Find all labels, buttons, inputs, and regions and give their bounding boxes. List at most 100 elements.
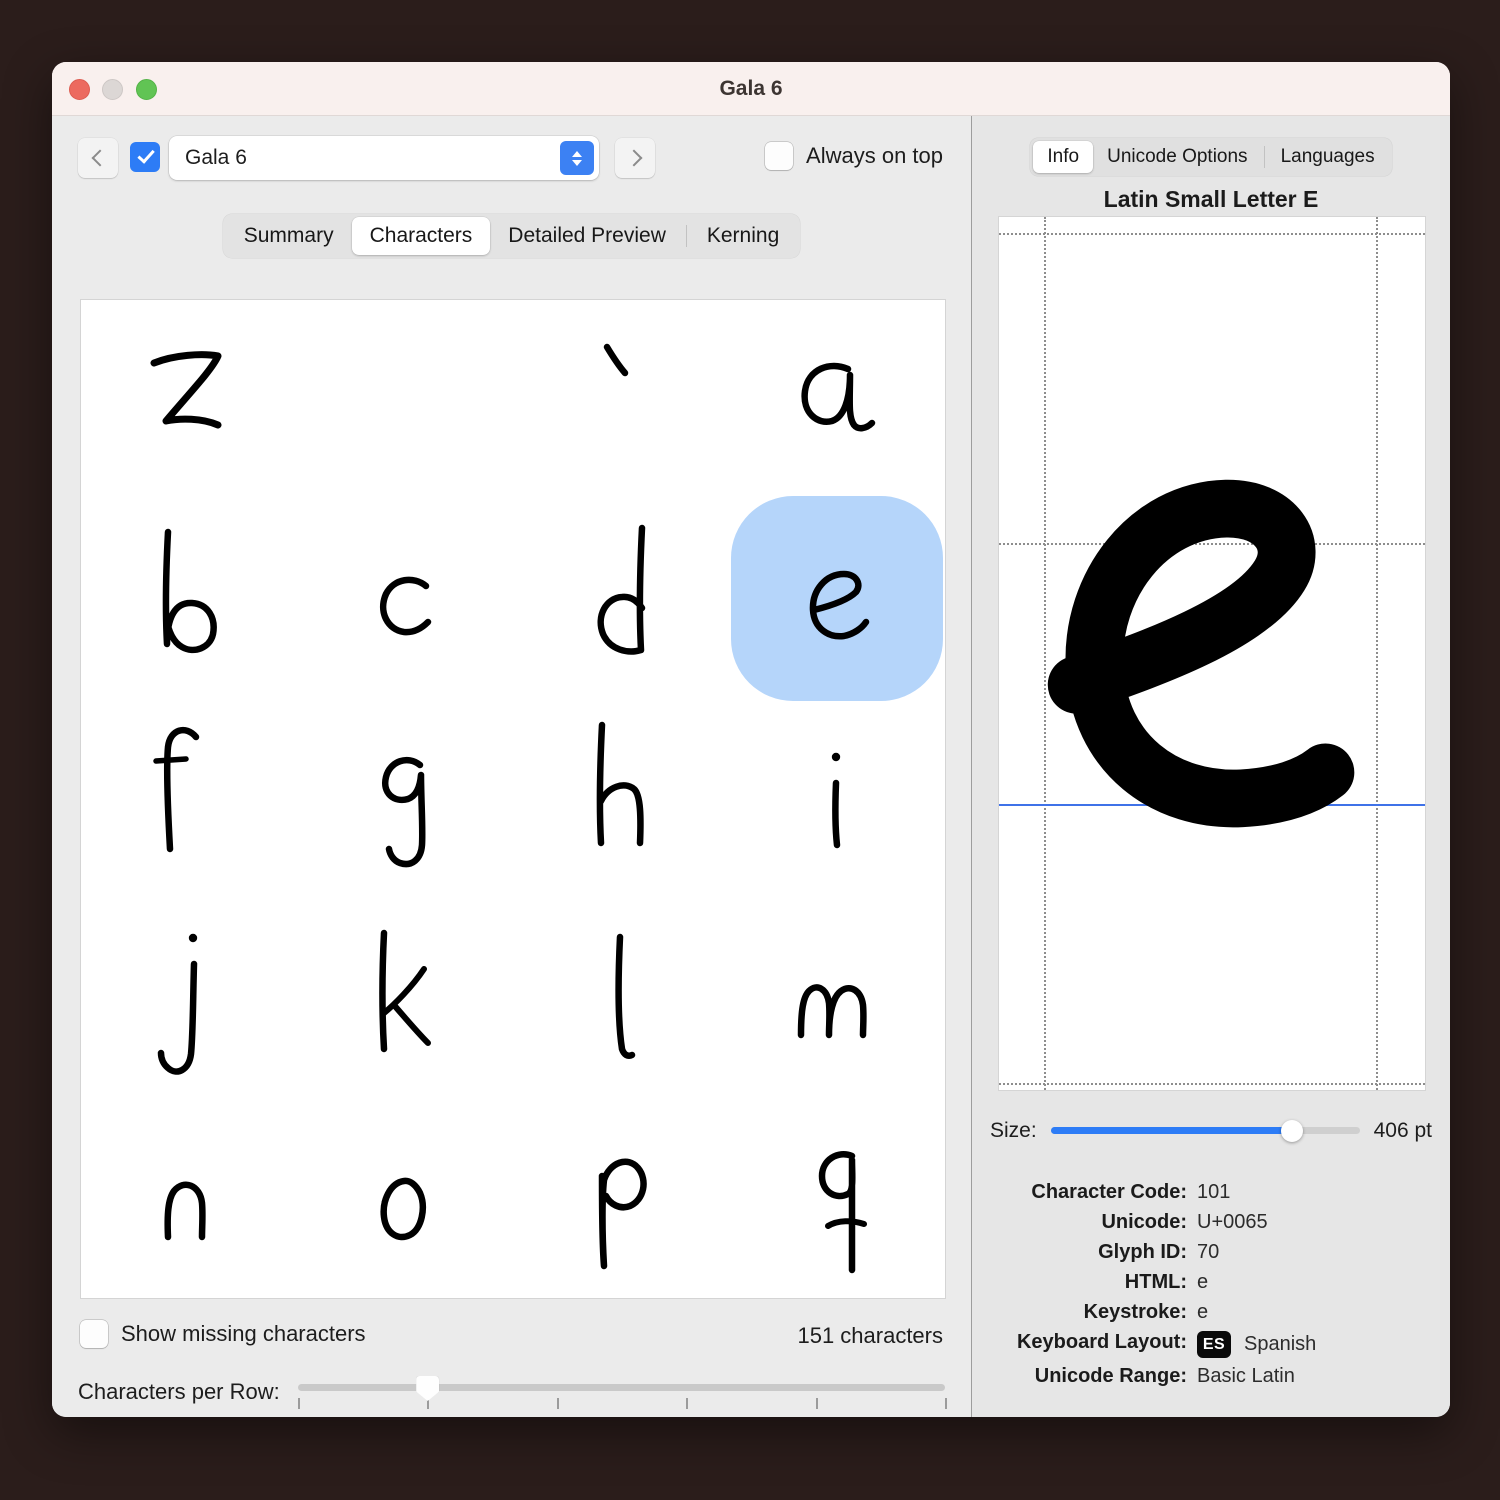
character-cell-p[interactable] <box>513 1098 729 1298</box>
keyboard-layout-badge: ES <box>1197 1331 1231 1358</box>
slider-tick <box>686 1398 689 1409</box>
info-key: HTML: <box>1124 1271 1187 1293</box>
inspector-tab-bar: Info Unicode Options Languages <box>972 138 1450 176</box>
character-cell-b[interactable] <box>81 499 297 698</box>
previous-font-button[interactable] <box>78 138 118 178</box>
glyph-preview-e <box>1047 479 1355 828</box>
left-pane: Gala 6 Always on top Summary Characters … <box>52 116 972 1417</box>
glyph-h <box>596 722 644 847</box>
always-on-top-control[interactable]: Always on top <box>765 142 943 170</box>
slider-tick <box>556 1398 559 1409</box>
info-value: 70 <box>1197 1241 1450 1264</box>
title-bar: Gala 6 <box>52 62 1450 116</box>
chars-per-row-control: Characters per Row: <box>78 1372 947 1412</box>
always-on-top-label: Always on top <box>806 143 943 168</box>
character-cell-i[interactable] <box>729 699 945 898</box>
glyph-l <box>615 933 636 1059</box>
glyph-b <box>162 528 217 654</box>
character-cell-z[interactable] <box>81 300 297 499</box>
info-value-text: Basic Latin <box>1197 1365 1295 1387</box>
chevron-updown-icon[interactable] <box>560 141 594 175</box>
glyph-o <box>380 1177 426 1241</box>
glyph-info-table: Character Code: 101 Unicode: U+0065 Glyph ID… <box>972 1181 1450 1388</box>
chars-per-row-slider[interactable] <box>297 1372 947 1412</box>
glyph-name: Latin Small Letter E <box>1103 186 1319 212</box>
tab-unicode-options[interactable]: Unicode Options <box>1093 141 1261 173</box>
inspector-pane: Info Unicode Options Languages Latin Sma… <box>972 116 1450 1417</box>
character-cell-n[interactable] <box>81 1098 297 1298</box>
character-cell-k[interactable] <box>297 898 513 1098</box>
character-cell-m[interactable] <box>729 898 945 1098</box>
info-value: Basic Latin <box>1197 1365 1450 1388</box>
info-value: ES Spanish <box>1197 1331 1450 1358</box>
glyph-c <box>379 576 432 636</box>
glyph-g <box>381 757 426 868</box>
character-cell-a[interactable] <box>729 300 945 499</box>
character-cell-f[interactable] <box>81 699 297 898</box>
size-slider[interactable] <box>1050 1119 1360 1143</box>
tab-characters[interactable]: Characters <box>351 217 491 255</box>
character-count: 151 characters <box>797 1323 943 1348</box>
font-enabled-checkbox[interactable] <box>130 142 160 172</box>
character-cell-o[interactable] <box>297 1098 513 1298</box>
info-value: 101 <box>1197 1181 1450 1204</box>
character-cell-j[interactable] <box>81 898 297 1098</box>
font-select[interactable]: Gala 6 <box>169 136 599 180</box>
info-value-text: U+0065 <box>1197 1211 1268 1233</box>
inspector-tab-separator <box>1263 146 1265 168</box>
info-value-text: 101 <box>1197 1181 1231 1203</box>
chevron-left-icon <box>91 149 108 167</box>
size-value: 406 pt <box>1373 1119 1432 1142</box>
info-value-text: Spanish <box>1244 1333 1317 1355</box>
character-cell-l[interactable] <box>513 898 729 1098</box>
font-toolbar: Gala 6 Always on top <box>52 116 971 202</box>
show-missing-characters-label: Show missing characters <box>121 1321 366 1346</box>
character-cell-c[interactable] <box>297 499 513 698</box>
size-control: Size: 406 pt <box>990 1119 1432 1143</box>
info-key: Glyph ID: <box>1098 1241 1187 1263</box>
slider-tick <box>815 1398 818 1409</box>
info-key: Character Code: <box>1031 1181 1187 1203</box>
glyph-k <box>379 929 431 1053</box>
next-font-button[interactable] <box>615 138 655 178</box>
tab-languages[interactable]: Languages <box>1267 141 1389 173</box>
info-value: e <box>1197 1301 1450 1324</box>
glyph-e <box>809 570 870 640</box>
character-cell-h[interactable] <box>513 699 729 898</box>
character-cell-q[interactable] <box>729 1098 945 1298</box>
glyph-preview <box>998 216 1426 1091</box>
character-grid[interactable] <box>80 299 946 1299</box>
glyph-q <box>818 1151 867 1274</box>
inspector-tab-strip: Info Unicode Options Languages <box>1030 138 1392 176</box>
info-value-text: e <box>1197 1301 1209 1323</box>
character-cell-g[interactable] <box>297 699 513 898</box>
character-cell-e[interactable] <box>729 496 945 702</box>
show-missing-characters-checkbox[interactable] <box>80 1320 108 1348</box>
tab-summary[interactable]: Summary <box>226 217 352 255</box>
glyph-p <box>598 1158 647 1270</box>
glyph-n <box>164 1181 206 1241</box>
tab-detailed-preview[interactable]: Detailed Preview <box>490 217 684 255</box>
app-window: Gala 6 Gala 6 Always on top Summary Char… <box>52 62 1450 1417</box>
character-cell-grave[interactable] <box>513 300 729 499</box>
character-cell-d[interactable] <box>513 499 729 698</box>
slider-tick <box>945 1398 947 1409</box>
character-cell-empty[interactable] <box>297 300 513 499</box>
tab-kerning[interactable]: Kerning <box>689 217 797 255</box>
tab-info[interactable]: Info <box>1033 141 1094 173</box>
main-tab-bar: Summary Characters Detailed Preview Kern… <box>52 214 971 258</box>
chars-per-row-ticks <box>297 1398 947 1410</box>
info-value-text: 70 <box>1197 1241 1220 1263</box>
chevron-right-icon <box>625 149 642 167</box>
glyph-grave <box>603 343 629 376</box>
show-missing-characters-control[interactable]: Show missing characters <box>80 1320 366 1348</box>
info-value: e <box>1197 1271 1450 1294</box>
chars-per-row-track[interactable] <box>297 1384 945 1391</box>
chars-per-row-label: Characters per Row: <box>78 1379 280 1404</box>
size-slider-thumb[interactable] <box>1280 1120 1303 1142</box>
glyph-f <box>153 727 200 853</box>
glyph-a <box>801 362 876 432</box>
glyph-d <box>597 524 646 655</box>
info-key: Keyboard Layout: <box>1016 1331 1187 1353</box>
always-on-top-checkbox[interactable] <box>765 142 794 170</box>
